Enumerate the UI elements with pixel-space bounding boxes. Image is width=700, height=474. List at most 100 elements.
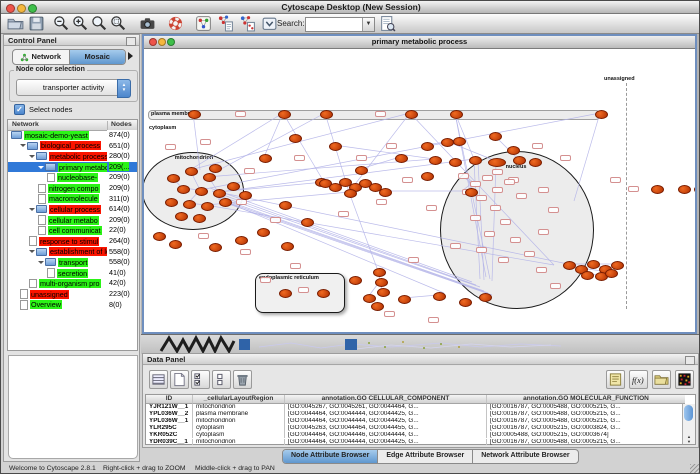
help-button[interactable] <box>167 15 184 32</box>
network-node[interactable] <box>421 142 434 151</box>
tree-row[interactable]: metabolic process280(0) <box>8 151 137 162</box>
tree-column-nodes[interactable]: Nodes <box>107 121 132 130</box>
network-node[interactable] <box>369 183 382 192</box>
tree-row-label[interactable]: mosaic-demo-yeast <box>24 131 89 140</box>
table-cell[interactable]: [GO:0016787, GO:0005488, GO:0005215, G..… <box>486 411 685 418</box>
network-node[interactable] <box>651 185 664 194</box>
save-session-button[interactable] <box>28 15 45 32</box>
network-node[interactable] <box>453 137 466 146</box>
table-cell[interactable]: [GO:0044464, GO:0044444, GO:0044425, G..… <box>284 439 486 446</box>
tree-row[interactable]: secretion41(0) <box>8 268 137 279</box>
network-node[interactable] <box>344 189 357 198</box>
tree-row[interactable]: cellular process614(0) <box>8 204 137 215</box>
unselect-attributes-button[interactable] <box>212 370 231 389</box>
tree-row[interactable]: nitrogen compo209(0) <box>8 183 137 194</box>
expander-icon[interactable] <box>38 261 44 264</box>
tree-row[interactable]: nucleobase-209(0) <box>8 172 137 183</box>
network-node[interactable] <box>320 110 333 119</box>
table-cell[interactable]: [GO:0016787, GO:0005488, GO:0005215, G..… <box>486 439 685 446</box>
tree-row[interactable]: transport558(0) <box>8 257 137 268</box>
tab-edge-attribute-browser[interactable]: Edge Attribute Browser <box>377 450 472 463</box>
network-node[interactable] <box>469 156 482 165</box>
network-node[interactable] <box>595 110 608 119</box>
network-node[interactable] <box>219 198 232 207</box>
tree-row-label[interactable]: unassigned <box>30 290 69 299</box>
tree-row-label[interactable]: nitrogen compo <box>48 184 100 193</box>
network-node[interactable] <box>169 240 182 249</box>
zoom-fit-button[interactable] <box>91 15 108 32</box>
table-cell[interactable]: [GO:0016787, GO:0005488, GO:0005215, G..… <box>486 404 685 411</box>
expander-icon[interactable] <box>20 144 26 147</box>
network-view-titlebar[interactable]: primary metabolic process <box>144 36 695 49</box>
table-row[interactable]: YLR295Ccytoplasm[GO:0045263, GO:0044464,… <box>146 425 673 432</box>
table-cell[interactable]: [GO:0016787, GO:0005215, GO:0003824, G..… <box>486 425 685 432</box>
resize-grip[interactable] <box>690 464 699 473</box>
network-node[interactable] <box>213 189 226 198</box>
table-cell[interactable]: YLR295C <box>146 425 192 432</box>
network-node[interactable] <box>363 294 376 303</box>
zoom-in-button[interactable] <box>72 15 89 32</box>
enhanced-search-button[interactable] <box>379 15 396 32</box>
tree-row-label[interactable]: nucleobase- <box>57 173 98 182</box>
network-node[interactable] <box>371 302 384 311</box>
tree-row-label[interactable]: secretion <box>57 269 88 278</box>
network-node[interactable] <box>281 242 294 251</box>
scrollbar-arrows-icon[interactable]: ▲▼ <box>683 434 695 444</box>
tree-row[interactable]: cellular metabo209(0) <box>8 215 137 226</box>
vizmapper-button[interactable] <box>217 15 234 32</box>
table-cell[interactable]: mitochondrion <box>192 404 284 411</box>
network-node[interactable] <box>257 228 270 237</box>
tree-row-label[interactable]: biological_process <box>40 141 101 150</box>
table-cell[interactable]: [GO:0016787, GO:0005488, GO:0005215, G..… <box>486 418 685 425</box>
tree-row-label[interactable]: cellular process <box>49 205 101 214</box>
network-node[interactable] <box>278 110 291 119</box>
tree-row[interactable]: establishment of lo558(0) <box>8 247 137 258</box>
network-node[interactable] <box>183 200 196 209</box>
table-cell[interactable]: cytoplasm <box>192 425 284 432</box>
create-new-attribute-button[interactable] <box>170 370 189 389</box>
network-node[interactable] <box>488 158 506 167</box>
network-node[interactable] <box>227 182 240 191</box>
network-node[interactable] <box>405 110 418 119</box>
network-node[interactable] <box>398 295 411 304</box>
select-nodes-checkbox[interactable]: ✓ <box>14 104 25 115</box>
network-node[interactable] <box>441 138 454 147</box>
network-node[interactable] <box>421 172 434 181</box>
float-panel-icon[interactable] <box>126 37 136 46</box>
tab-mosaic[interactable]: Mosaic <box>69 50 126 64</box>
network-node[interactable] <box>317 289 330 298</box>
network-node[interactable] <box>349 276 362 285</box>
network-node[interactable] <box>301 218 314 227</box>
network-node[interactable] <box>188 110 201 119</box>
table-cell[interactable]: mitochondrion <box>192 439 284 446</box>
color-matrix-button[interactable] <box>675 370 694 389</box>
annotation-notes-button[interactable] <box>606 370 625 389</box>
select-attributes-button[interactable] <box>191 370 210 389</box>
table-cell[interactable]: mitochondrion <box>192 418 284 425</box>
table-cell[interactable]: YPL036W__1 <box>146 418 192 425</box>
network-node[interactable] <box>195 187 208 196</box>
table-cell[interactable]: plasma membrane <box>192 411 284 418</box>
scrollbar-thumb[interactable] <box>684 405 693 421</box>
network-node[interactable] <box>373 268 386 277</box>
network-node[interactable] <box>175 212 188 221</box>
network-node[interactable] <box>153 232 166 241</box>
network-node[interactable] <box>395 154 408 163</box>
network-node[interactable] <box>587 260 600 269</box>
vizmapper-edit-button[interactable] <box>239 15 256 32</box>
tree-row[interactable]: macromolecule311(0) <box>8 194 137 205</box>
network-canvas[interactable]: plasma membrane cytoplasm mitochondrion … <box>144 49 695 332</box>
table-cell[interactable]: cytoplasm <box>192 432 284 439</box>
table-cell[interactable]: [GO:0044464, GO:0044446, GO:0044444, G..… <box>284 432 486 439</box>
network-node[interactable] <box>507 146 520 155</box>
table-scrollbar[interactable]: ▲▼ <box>682 404 695 444</box>
network-node[interactable] <box>177 185 190 194</box>
network-node[interactable] <box>279 201 292 210</box>
create-network-button[interactable] <box>195 15 212 32</box>
network-node[interactable] <box>563 261 576 270</box>
table-column-header[interactable]: annotation.GO MOLECULAR_FUNCTION <box>486 395 685 404</box>
table-row[interactable]: YPL036W__1mitochondrion[GO:0044464, GO:0… <box>146 418 673 425</box>
tree-row-label[interactable]: response to stimul <box>39 237 99 246</box>
network-node[interactable] <box>209 243 222 252</box>
network-view-frame[interactable]: primary metabolic process plasma membran… <box>142 34 697 334</box>
